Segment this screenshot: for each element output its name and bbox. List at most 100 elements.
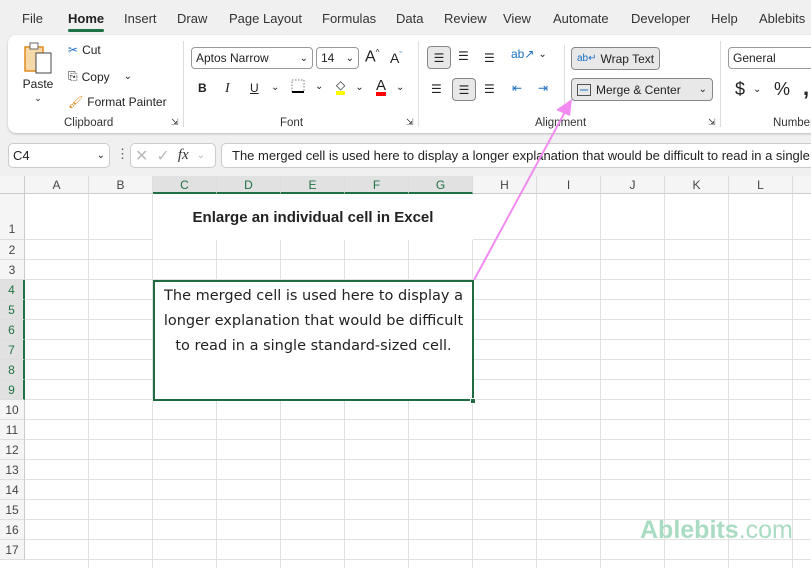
increase-font-size-button[interactable]: A^	[365, 48, 379, 66]
middle-align-button[interactable]: ☰	[458, 49, 469, 63]
increase-indent-button[interactable]: ⇥	[538, 81, 548, 95]
formula-controls: ✕ ✓ fx ⌄	[130, 143, 216, 168]
chevron-down-icon[interactable]: ⌄	[124, 71, 132, 82]
top-align-button[interactable]: ☰	[427, 46, 451, 69]
tab-home[interactable]: Home	[68, 11, 105, 32]
fill-color-button[interactable]: ◇ ⌄	[336, 79, 364, 95]
merge-center-icon	[577, 83, 591, 96]
align-left-button[interactable]: ☰	[431, 82, 442, 96]
paste-button[interactable]: Paste ⌄	[22, 41, 54, 104]
gridline	[25, 259, 811, 260]
merge-center-button[interactable]: Merge & Center ⌄	[571, 78, 713, 101]
tab-review[interactable]: Review	[444, 11, 487, 26]
percent-button[interactable]: %	[774, 79, 790, 100]
font-group-label: Font	[280, 117, 304, 129]
borders-button[interactable]: ⌄	[291, 79, 323, 93]
tab-view[interactable]: View	[503, 11, 531, 26]
column-header-B[interactable]: B	[89, 176, 153, 194]
row-header-2[interactable]: 2	[0, 240, 25, 260]
worksheet-grid[interactable]: Enlarge an individual cell in Excel The …	[0, 176, 811, 568]
align-right-button[interactable]: ☰	[484, 82, 495, 96]
row-header-5[interactable]: 5	[0, 300, 25, 320]
row-header-10[interactable]: 10	[0, 400, 25, 420]
tab-automate[interactable]: Automate	[553, 11, 609, 26]
row-header-13[interactable]: 13	[0, 460, 25, 480]
number-format-select[interactable]: General	[728, 47, 811, 69]
formula-input[interactable]: The merged cell is used here to display …	[221, 143, 811, 168]
merged-cell-c4[interactable]: The merged cell is used here to display …	[153, 280, 474, 401]
underline-dropdown[interactable]: ⌄	[271, 82, 279, 93]
column-header-E[interactable]: E	[281, 176, 345, 194]
font-color-button[interactable]: A ⌄	[376, 78, 404, 96]
gridline	[25, 459, 811, 460]
gridline	[600, 194, 601, 568]
bottom-align-button[interactable]: ☰	[484, 51, 495, 65]
row-header-16[interactable]: 16	[0, 520, 25, 540]
title-cell[interactable]: Enlarge an individual cell in Excel	[153, 194, 473, 240]
tab-data[interactable]: Data	[396, 11, 423, 26]
decrease-font-size-button[interactable]: Aˇ	[390, 50, 402, 66]
italic-button[interactable]: I	[225, 81, 230, 97]
underline-button[interactable]: U	[250, 81, 259, 95]
tab-draw[interactable]: Draw	[177, 11, 207, 26]
chevron-down-icon: ⌄	[96, 150, 105, 161]
row-header-14[interactable]: 14	[0, 480, 25, 500]
tab-help[interactable]: Help	[711, 11, 738, 26]
wrap-text-icon: ab↵	[577, 53, 597, 64]
tab-insert[interactable]: Insert	[124, 11, 157, 26]
comma-style-button[interactable]: ,	[803, 75, 809, 101]
tab-page-layout[interactable]: Page Layout	[229, 11, 302, 26]
dialog-launcher-icon[interactable]: ⇲	[171, 117, 179, 128]
format-painter-button[interactable]: 🖌 Format Painter	[68, 95, 167, 109]
name-box[interactable]: C4 ⌄	[8, 143, 110, 168]
row-header-12[interactable]: 12	[0, 440, 25, 460]
tab-developer[interactable]: Developer	[631, 11, 690, 26]
column-header-D[interactable]: D	[217, 176, 281, 194]
insert-function-icon[interactable]: fx	[178, 147, 189, 164]
row-header-3[interactable]: 3	[0, 260, 25, 280]
column-header-J[interactable]: J	[601, 176, 665, 194]
enter-icon[interactable]: ✓	[156, 146, 169, 166]
row-header-15[interactable]: 15	[0, 500, 25, 520]
row-header-6[interactable]: 6	[0, 320, 25, 340]
column-header-I[interactable]: I	[537, 176, 601, 194]
select-all-button[interactable]	[0, 176, 25, 194]
column-header-H[interactable]: H	[473, 176, 537, 194]
column-header-M[interactable]	[793, 176, 811, 194]
column-header-K[interactable]: K	[665, 176, 729, 194]
font-increase-icon: A^	[365, 48, 380, 66]
dialog-launcher-icon[interactable]: ⇲	[708, 117, 716, 128]
fill-handle[interactable]	[470, 398, 476, 404]
tab-file[interactable]: File	[22, 11, 43, 26]
column-header-G[interactable]: G	[409, 176, 473, 194]
row-header-17[interactable]: 17	[0, 540, 25, 560]
chevron-down-icon: ⌄	[698, 84, 707, 95]
row-header-7[interactable]: 7	[0, 340, 25, 360]
align-center-button[interactable]: ☰	[452, 78, 476, 101]
column-header-A[interactable]: A	[25, 176, 89, 194]
dialog-launcher-icon[interactable]: ⇲	[406, 117, 414, 128]
column-header-F[interactable]: F	[345, 176, 409, 194]
font-name-select[interactable]: Aptos Narrow ⌄	[191, 47, 313, 69]
column-header-C[interactable]: C	[153, 176, 217, 194]
tab-ablebits[interactable]: Ablebits	[759, 11, 805, 26]
gridline	[25, 479, 811, 480]
orientation-button[interactable]: ab↗ ⌄	[511, 47, 547, 61]
cut-button[interactable]: ✂ Cut	[68, 43, 101, 57]
row-header-11[interactable]: 11	[0, 420, 25, 440]
copy-button[interactable]: ⎘ Copy ⌄	[68, 69, 132, 84]
wrap-text-button[interactable]: ab↵ Wrap Text	[571, 47, 661, 70]
tab-formulas[interactable]: Formulas	[322, 11, 376, 26]
font-size-select[interactable]: 14 ⌄	[316, 47, 359, 69]
row-header-4[interactable]: 4	[0, 280, 25, 300]
gridline	[25, 419, 811, 420]
row-header-9[interactable]: 9	[0, 380, 25, 400]
cancel-icon[interactable]: ✕	[135, 146, 148, 166]
decrease-indent-button[interactable]: ⇤	[512, 81, 522, 95]
more-options-icon[interactable]: ⋮	[116, 146, 129, 162]
column-header-L[interactable]: L	[729, 176, 793, 194]
bold-button[interactable]: B	[198, 81, 207, 95]
currency-button[interactable]: $ ⌄	[735, 79, 761, 100]
row-header-1[interactable]: 1	[0, 194, 25, 240]
row-header-8[interactable]: 8	[0, 360, 25, 380]
